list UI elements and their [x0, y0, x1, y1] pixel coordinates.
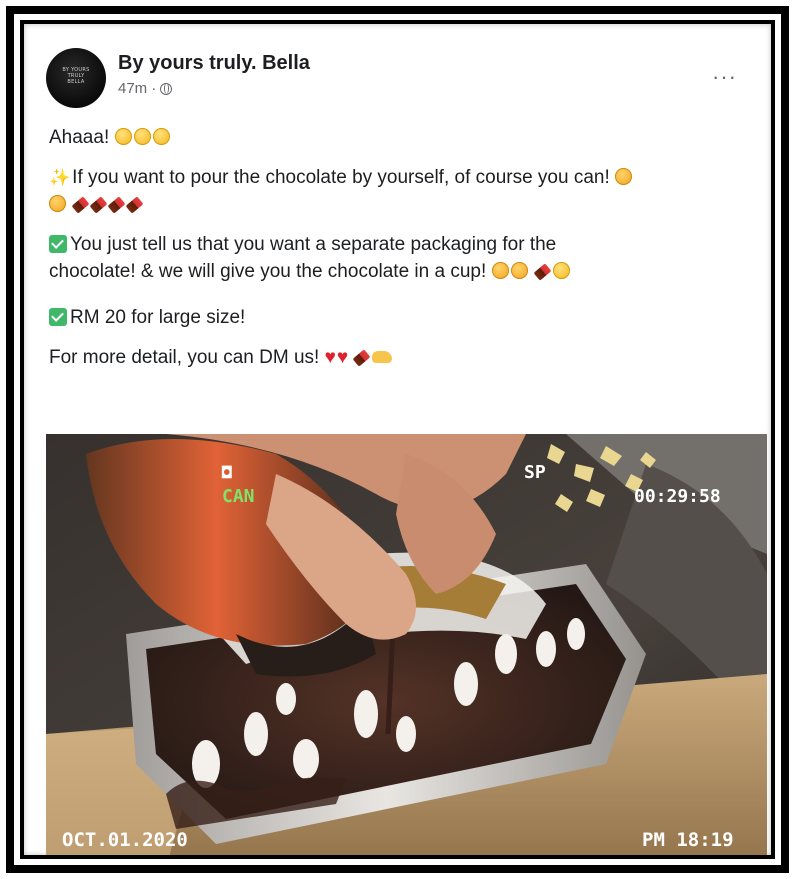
globe-icon	[160, 82, 173, 95]
sparkles-emoji: ✨	[49, 168, 71, 187]
chocolate-emoji	[352, 349, 371, 367]
hand-emoji	[372, 351, 393, 363]
heart-emoji: ♥	[336, 347, 349, 368]
post-time[interactable]: 47m	[118, 80, 147, 97]
smile-emoji	[152, 128, 170, 145]
line-text: RM 20 for large size!	[70, 307, 246, 328]
chocolate-emoji	[89, 196, 108, 214]
wink-emoji	[49, 195, 66, 212]
smile-emoji	[552, 262, 570, 279]
post-line-1: Ahaaa!	[49, 124, 741, 151]
smile-emoji	[133, 128, 151, 145]
post-line-4: RM 20 for large size!	[49, 304, 741, 331]
wink-emoji	[491, 262, 509, 279]
osd-time: PM 18:19	[642, 829, 734, 851]
post-line-3: You just tell us that you want a separat…	[49, 231, 741, 285]
post-line-2: ✨ If you want to pour the chocolate by yo…	[49, 164, 741, 218]
line-text-cont: chocolate! & we will give you the chocol…	[49, 261, 487, 282]
wink-emoji	[510, 262, 528, 279]
chocolate-emoji	[71, 196, 90, 214]
author-name[interactable]: By yours truly. Bella	[118, 52, 310, 75]
post-line-5: For more detail, you can DM us! ♥♥	[49, 344, 741, 371]
chocolate-pour-photo: ◘ CAN SP 00:29:58 OCT.01.2020 PM 18:19	[46, 434, 767, 855]
line-text: You just tell us that you want a separat…	[70, 234, 557, 255]
check-box-emoji	[49, 235, 67, 253]
meta-separator: ·	[151, 80, 157, 97]
avatar[interactable]: BY YOURS TRULY BELLA	[46, 48, 106, 108]
osd-mode: CAN	[222, 486, 255, 507]
line-text: Ahaaa!	[49, 127, 110, 148]
chocolate-emoji	[533, 263, 552, 281]
line-text: For more detail, you can DM us!	[49, 347, 320, 368]
heart-emoji: ♥	[324, 347, 336, 368]
chocolate-emoji	[107, 196, 126, 214]
avatar-logo: BY YOURS TRULY BELLA	[62, 67, 90, 85]
chocolate-emoji	[125, 196, 144, 214]
more-options-button[interactable]: ···	[712, 64, 737, 90]
line-text: If you want to pour the chocolate by you…	[72, 167, 610, 188]
smile-emoji	[114, 128, 132, 145]
camera-mode-icon: ◘	[221, 463, 232, 482]
osd-timer: 00:29:58	[634, 486, 721, 507]
check-box-emoji	[49, 308, 67, 326]
post-header: BY YOURS TRULY BELLA By yours truly. Bel…	[46, 46, 751, 112]
image-border: BY YOURS TRULY BELLA By yours truly. Bel…	[6, 6, 789, 873]
post-meta: 47m ·	[118, 80, 173, 97]
osd-sp: SP	[524, 462, 546, 483]
facebook-post: BY YOURS TRULY BELLA By yours truly. Bel…	[24, 24, 771, 855]
post-photo[interactable]: ◘ CAN SP 00:29:58 OCT.01.2020 PM 18:19	[46, 434, 767, 855]
osd-date: OCT.01.2020	[62, 829, 188, 851]
wink-emoji	[615, 168, 633, 185]
